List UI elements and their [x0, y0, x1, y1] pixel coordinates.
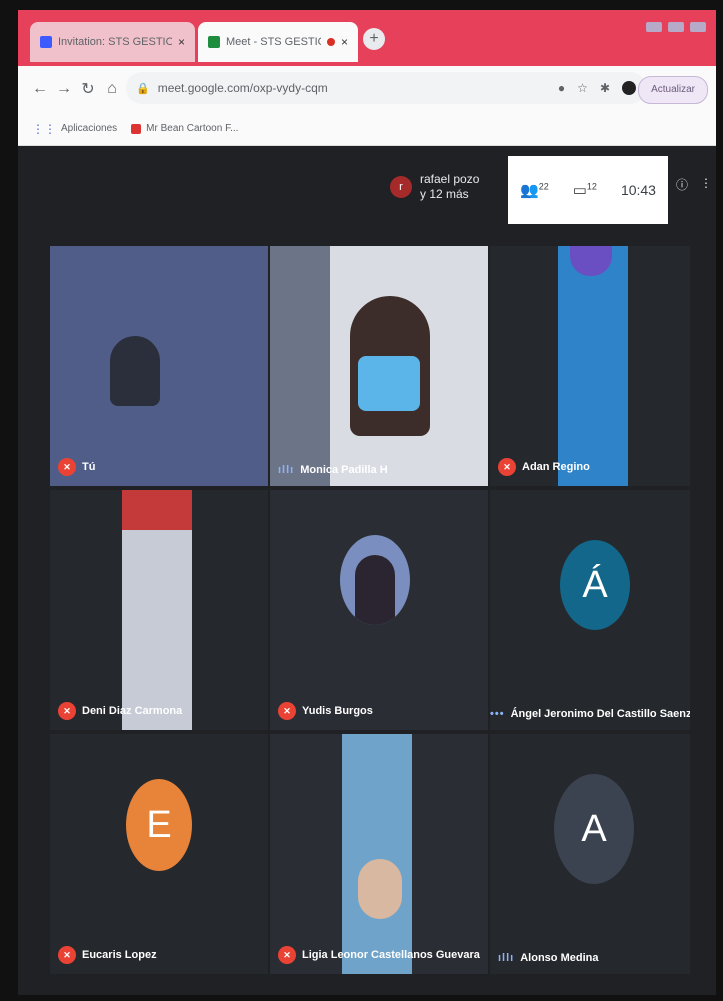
close-window-icon[interactable]: [690, 22, 706, 32]
maximize-icon[interactable]: [668, 22, 684, 32]
browser-window: Invitation: STS GESTION DE AMI × Meet - …: [18, 10, 716, 995]
presenter-name: rafael pozo: [420, 172, 480, 186]
info-icon[interactable]: ⓘ: [676, 176, 688, 193]
video-feed: [342, 734, 412, 974]
participant-name: Ángel Jeronimo Del Castillo Saenz: [510, 708, 690, 720]
bookmark-apps[interactable]: ⋮⋮ Aplicaciones: [32, 122, 117, 136]
minimize-icon[interactable]: [646, 22, 662, 32]
participant-silhouette: [355, 555, 395, 625]
mic-off-icon: ✕: [278, 702, 296, 720]
participant-name: Ligia Leonor Castellanos Guevara: [302, 949, 480, 961]
mic-off-icon: ✕: [498, 458, 516, 476]
avatar: r: [390, 176, 412, 198]
participant-tile[interactable]: A ıllı Alonso Medina: [490, 734, 690, 974]
mic-off-icon: ✕: [58, 458, 76, 476]
recording-dot-icon: [326, 38, 335, 46]
speaking-indicator-icon: ıllı: [278, 464, 295, 476]
avatar: A: [554, 774, 634, 884]
participant-silhouette: [558, 246, 628, 486]
bookmark-label: Aplicaciones: [61, 123, 118, 134]
participant-tile[interactable]: ✕ Adan Regino: [490, 246, 690, 486]
participant-silhouette: [358, 859, 402, 919]
speaking-indicator-icon: •••: [490, 708, 505, 720]
forward-icon[interactable]: →: [52, 80, 76, 98]
close-icon[interactable]: ×: [178, 35, 185, 49]
participant-name: Adan Regino: [522, 461, 590, 473]
close-icon[interactable]: ×: [341, 35, 348, 49]
tab-invitation[interactable]: Invitation: STS GESTION DE AMI ×: [30, 22, 195, 62]
participant-name: Yudis Burgos: [302, 705, 373, 717]
participant-name: Deni Diaz Carmona: [82, 705, 183, 717]
chat-button[interactable]: ▭12: [573, 181, 597, 199]
reload-icon[interactable]: ↻: [76, 79, 100, 99]
extensions-icon[interactable]: ✱: [600, 81, 610, 95]
tab-title: Meet - STS GESTION DE AMI: [226, 36, 321, 48]
presenter-others: y 12 más: [420, 187, 469, 201]
bookmark-label: Mr Bean Cartoon F...: [146, 123, 239, 134]
activities-icon[interactable]: ⋮: [700, 176, 712, 193]
video-wall: [122, 490, 192, 530]
participant-tile[interactable]: ıllı Monica Padilla H: [270, 246, 488, 486]
meet-icon: [208, 36, 220, 48]
participant-name: Monica Padilla H: [300, 464, 388, 476]
gmail-icon: [40, 36, 52, 48]
back-icon[interactable]: ←: [28, 80, 52, 98]
avatar: E: [126, 779, 192, 871]
participant-tile[interactable]: ✕ Tú: [50, 246, 268, 486]
participant-tile[interactable]: E ✕ Eucaris Lopez: [50, 734, 268, 974]
meet-stage: r rafael pozo y 12 más 👥22 ▭12 10:43 ⓘ ⋮…: [18, 146, 716, 995]
clock-text: 10:43: [620, 182, 656, 198]
avatar: [340, 535, 410, 625]
participant-name: Alonso Medina: [520, 952, 599, 964]
people-count: 22: [538, 181, 549, 192]
participant-name: Tú: [82, 461, 96, 473]
apps-grid-icon: ⋮⋮: [32, 121, 56, 136]
star-icon[interactable]: ☆: [577, 81, 588, 95]
video-bookmark-icon: [131, 123, 142, 134]
profile-avatar[interactable]: [622, 81, 636, 95]
participant-tile[interactable]: ✕ Deni Diaz Carmona: [50, 490, 268, 730]
mic-off-icon: ✕: [58, 946, 76, 964]
bookmarks-bar: ⋮⋮ Aplicaciones Mr Bean Cartoon F...: [18, 112, 716, 146]
lock-icon: 🔒: [136, 82, 150, 95]
bookmark-mr-bean[interactable]: Mr Bean Cartoon F...: [131, 123, 238, 134]
participant-tile[interactable]: ✕ Yudis Burgos: [270, 490, 488, 730]
chat-count: 12: [586, 181, 597, 192]
url-text: meet.google.com/oxp-vydy-cqm: [157, 81, 328, 95]
face-mask: [358, 356, 420, 411]
participant-tile[interactable]: Á ••• Ángel Jeronimo Del Castillo Saenz: [490, 490, 690, 730]
people-icon: 👥: [520, 182, 539, 199]
chat-icon: ▭: [572, 182, 587, 199]
home-icon[interactable]: ⌂: [100, 80, 124, 98]
mic-off-icon: ✕: [278, 946, 296, 964]
tab-title: Invitation: STS GESTION DE AMI: [58, 36, 172, 48]
tab-strip: Invitation: STS GESTION DE AMI × Meet - …: [18, 10, 716, 66]
participant-silhouette: [110, 336, 160, 406]
browser-toolbar: ← → ↻ ⌂ 🔒 meet.google.com/oxp-vydy-cqm ●…: [18, 66, 716, 112]
update-button[interactable]: Actualizar: [638, 76, 708, 104]
participant-name: Eucaris Lopez: [82, 949, 157, 961]
mic-off-icon: ✕: [58, 702, 76, 720]
tab-meet[interactable]: Meet - STS GESTION DE AMI ×: [198, 22, 358, 62]
camera-indicator-icon[interactable]: ●: [558, 81, 565, 95]
presenter-chip[interactable]: r rafael pozo y 12 más: [390, 172, 479, 202]
speaking-indicator-icon: ıllı: [498, 952, 515, 964]
new-tab-button[interactable]: +: [363, 28, 385, 50]
avatar: Á: [560, 540, 630, 630]
people-button[interactable]: 👥22: [520, 181, 549, 199]
meeting-info-panel: 👥22 ▭12 10:43: [508, 156, 668, 224]
address-bar[interactable]: 🔒 meet.google.com/oxp-vydy-cqm ● ☆ ✱: [126, 72, 646, 104]
participant-tile[interactable]: ✕ Ligia Leonor Castellanos Guevara: [270, 734, 488, 974]
window-controls: [646, 22, 706, 32]
side-controls: ⓘ ⋮: [676, 176, 712, 193]
